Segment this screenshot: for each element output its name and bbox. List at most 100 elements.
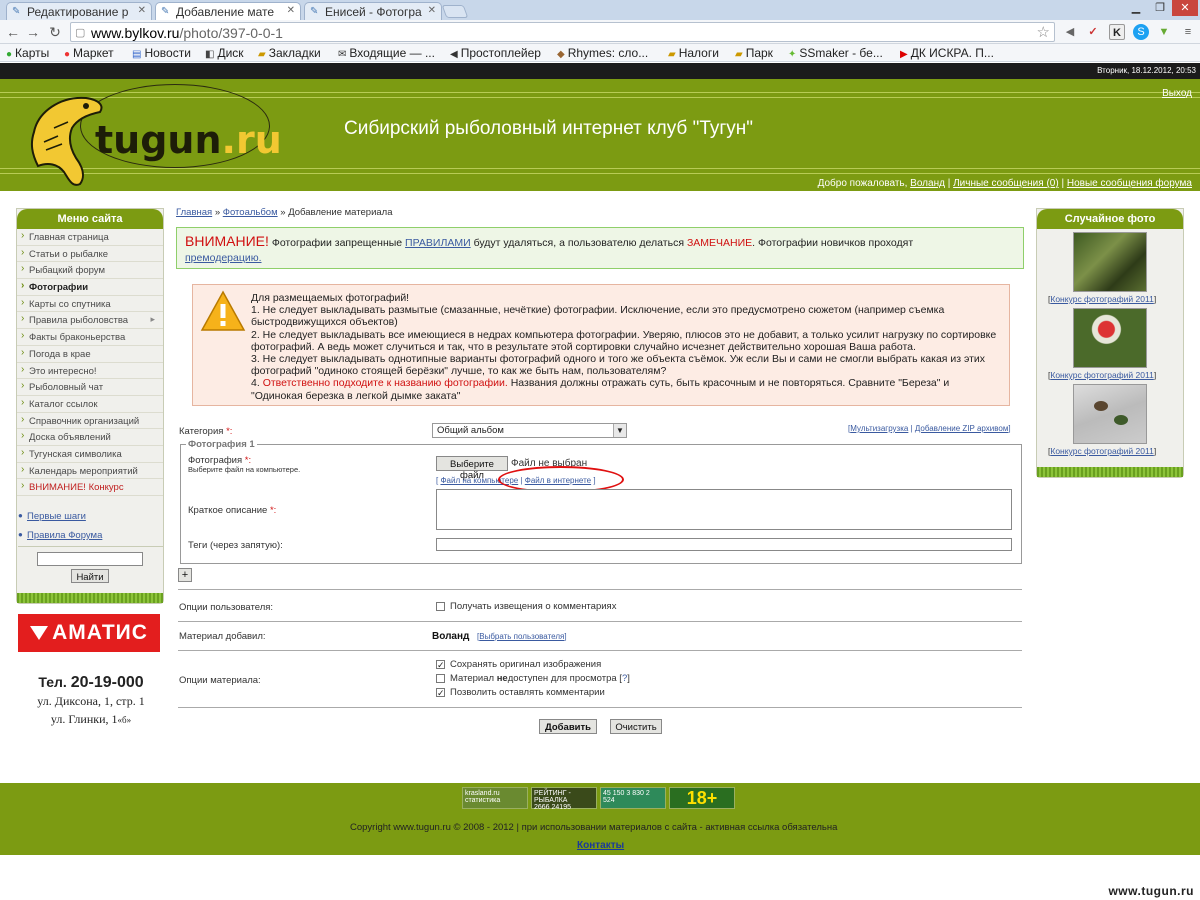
contacts-link[interactable]: Контакты bbox=[577, 840, 624, 851]
browser-tabstrip: ✎ Редактирование р ✕ ✎ Добавление мате ✕ ✎ Ен… bbox=[0, 0, 1200, 20]
description-textarea[interactable] bbox=[436, 489, 1012, 530]
breadcrumb-home[interactable]: Главная bbox=[176, 207, 212, 218]
forum-rules-link[interactable]: Правила Форума bbox=[27, 530, 102, 541]
sidebar-item[interactable]: Погода в крае bbox=[17, 346, 163, 363]
private-messages-link[interactable]: Личные сообщения (0) bbox=[953, 178, 1059, 189]
bookmark-prostopleer[interactable]: ◀ Простоплейер bbox=[450, 46, 541, 60]
random-photo-2[interactable] bbox=[1073, 308, 1147, 368]
edit-icon: ✎ bbox=[12, 6, 21, 17]
photo-caption-2[interactable]: [Конкурс фотографий 2011] bbox=[1048, 370, 1156, 380]
bookmark-ssmaker[interactable]: ✦ SSmaker - бе... bbox=[788, 46, 883, 60]
zip-upload-link[interactable]: Добавление ZIP архивом bbox=[915, 424, 1008, 433]
sidebar-item[interactable]: Фотографии bbox=[17, 279, 163, 296]
restore-icon[interactable]: ❐ bbox=[1148, 0, 1172, 16]
amatis-logo-icon bbox=[30, 626, 49, 641]
premoderation-link[interactable]: премодерацию. bbox=[185, 252, 262, 264]
category-label: Категория *: bbox=[179, 426, 233, 437]
bookmark-disk[interactable]: ◧ Диск bbox=[205, 46, 244, 60]
sidebar-item[interactable]: Рыбацкий форум bbox=[17, 262, 163, 280]
minimize-icon[interactable]: ▁ bbox=[1124, 0, 1148, 16]
liveinternet-counter[interactable]: 45 150 3 830 2 524 bbox=[600, 787, 666, 809]
sidebar-item[interactable]: Каталог ссылок bbox=[17, 396, 163, 413]
allow-comments-checkbox[interactable]: ✓ bbox=[436, 688, 445, 698]
back-icon[interactable]: ← bbox=[4, 23, 22, 41]
sidebar-item[interactable]: Главная страница bbox=[17, 229, 163, 246]
skype-icon[interactable]: S bbox=[1133, 24, 1149, 40]
photo-caption-3[interactable]: [Конкурс фотографий 2011] bbox=[1048, 446, 1156, 456]
sidebar-item[interactable]: Рыболовный чат bbox=[17, 379, 163, 396]
sidebar-item[interactable]: Статьи о рыбалке bbox=[17, 246, 163, 263]
close-window-icon[interactable]: ✕ bbox=[1172, 0, 1198, 16]
multi-upload-link[interactable]: Мультизагрузка bbox=[850, 424, 908, 433]
sidebar-item[interactable]: Факты браконьерства bbox=[17, 329, 163, 346]
choose-file-button[interactable]: Выберите файл bbox=[436, 456, 508, 481]
site-search-input[interactable] bbox=[37, 552, 143, 566]
browser-tab-1[interactable]: ✎ Редактирование р ✕ bbox=[6, 2, 152, 20]
url-path: /photo/397-0-0-1 bbox=[179, 25, 283, 41]
kaspersky-icon[interactable]: ✓ bbox=[1085, 24, 1101, 40]
reset-button[interactable]: Очистить bbox=[610, 719, 662, 734]
keep-original-checkbox[interactable]: ✓ bbox=[436, 660, 445, 670]
menu-wrench-icon[interactable]: ≡ bbox=[1180, 24, 1196, 40]
sidebar-item[interactable]: Тугунская символика bbox=[17, 446, 163, 463]
sidebar-item[interactable]: Карты со спутника bbox=[17, 296, 163, 313]
sidebar-item[interactable]: Календарь мероприятий bbox=[17, 463, 163, 480]
reload-icon[interactable]: ↻ bbox=[46, 23, 64, 41]
first-steps-link[interactable]: Первые шаги bbox=[27, 511, 86, 522]
random-photo-3[interactable] bbox=[1073, 384, 1147, 444]
forward-icon[interactable]: → bbox=[24, 23, 42, 41]
krasland-counter[interactable]: krasland.ru статистика bbox=[462, 787, 528, 809]
amatis-banner[interactable]: АМАТИС bbox=[18, 614, 160, 652]
close-tab-icon[interactable]: ✕ bbox=[138, 5, 146, 16]
sidebar-item[interactable]: Это интересно! bbox=[17, 363, 163, 380]
sidebar-item[interactable]: Правила рыболовства▸ bbox=[17, 312, 163, 330]
hidden-material-checkbox[interactable] bbox=[436, 674, 445, 683]
bookmark-rhymes[interactable]: ◆ Rhymes: сло... bbox=[557, 46, 648, 60]
bookmark-market[interactable]: ● Маркет bbox=[64, 46, 114, 60]
browser-tab-2[interactable]: ✎ Добавление мате ✕ bbox=[155, 2, 301, 20]
speaker-icon: ◀ bbox=[450, 49, 458, 60]
site-logo[interactable]: tugun.ru bbox=[95, 118, 282, 162]
close-tab-icon[interactable]: ✕ bbox=[428, 5, 436, 16]
add-photo-button[interactable]: + bbox=[178, 568, 192, 582]
cube-icon: ◆ bbox=[557, 49, 565, 60]
material-options-label: Опции материала: bbox=[179, 675, 261, 686]
fishing-rating-counter[interactable]: РЕЙТИНГ - РЫБАЛКА 2666 24195 bbox=[531, 787, 597, 811]
search-button[interactable]: Найти bbox=[71, 569, 109, 583]
logout-link[interactable]: Выход bbox=[1162, 88, 1192, 99]
new-tab-button[interactable] bbox=[441, 5, 469, 18]
sidebar-item[interactable]: ВНИМАНИЕ! Конкурс bbox=[17, 479, 163, 496]
tags-input[interactable] bbox=[436, 538, 1012, 551]
sidebar-item[interactable]: Справочник организаций bbox=[17, 413, 163, 430]
user-link[interactable]: Воланд bbox=[910, 178, 945, 189]
bookmarks-bar: ● Карты ● Маркет ▤ Новости ◧ Диск ▰ Закладки … bbox=[0, 44, 1200, 62]
bookmark-karty[interactable]: ● Карты bbox=[6, 46, 49, 60]
category-select[interactable]: Общий альбом ▼ bbox=[432, 423, 627, 438]
k-extension-icon[interactable]: K bbox=[1109, 24, 1125, 40]
notify-checkbox[interactable] bbox=[436, 602, 445, 611]
forum-new-messages-link[interactable]: Новые сообщения форума bbox=[1067, 178, 1192, 189]
address-bar[interactable]: ▢ www.bylkov.ru/photo/397-0-0-1 ☆ bbox=[70, 22, 1055, 42]
bookmark-park[interactable]: ▰ Парк bbox=[735, 46, 773, 60]
bookmark-inbox[interactable]: ✉ Входящие — ... bbox=[338, 46, 435, 60]
browser-tab-3[interactable]: ✎ Енисей - Фотогра ✕ bbox=[304, 2, 442, 20]
photo-caption-1[interactable]: [Конкурс фотографий 2011] bbox=[1048, 294, 1156, 304]
bookmark-news[interactable]: ▤ Новости bbox=[132, 46, 191, 60]
speaker-icon[interactable]: ◀ bbox=[1062, 24, 1078, 40]
submit-button[interactable]: Добавить bbox=[539, 719, 597, 734]
bookmark-dk-iskra[interactable]: ▶ ДК ИСКРА. П... bbox=[900, 46, 994, 60]
date-bar: Вторник, 18.12.2012, 20:53 bbox=[0, 63, 1200, 79]
folder-icon: ▰ bbox=[258, 49, 266, 60]
close-tab-icon[interactable]: ✕ bbox=[287, 5, 295, 16]
random-photo-1[interactable] bbox=[1073, 232, 1147, 292]
disk-icon: ◧ bbox=[205, 49, 215, 60]
folder-icon: ▰ bbox=[735, 49, 743, 60]
bookmark-star-icon[interactable]: ☆ bbox=[1037, 23, 1050, 41]
sidebar-item[interactable]: Доска объявлений bbox=[17, 429, 163, 446]
bookmark-nalogi[interactable]: ▰ Налоги bbox=[668, 46, 719, 60]
breadcrumb-photoalbum[interactable]: Фотоальбом bbox=[223, 207, 278, 218]
choose-user-link[interactable]: Выбрать пользователя bbox=[479, 632, 564, 641]
download-icon[interactable]: ▼ bbox=[1156, 24, 1172, 40]
rules-link[interactable]: ПРАВИЛАМИ bbox=[405, 237, 471, 249]
bookmark-bookmarks[interactable]: ▰ Закладки bbox=[258, 46, 321, 60]
